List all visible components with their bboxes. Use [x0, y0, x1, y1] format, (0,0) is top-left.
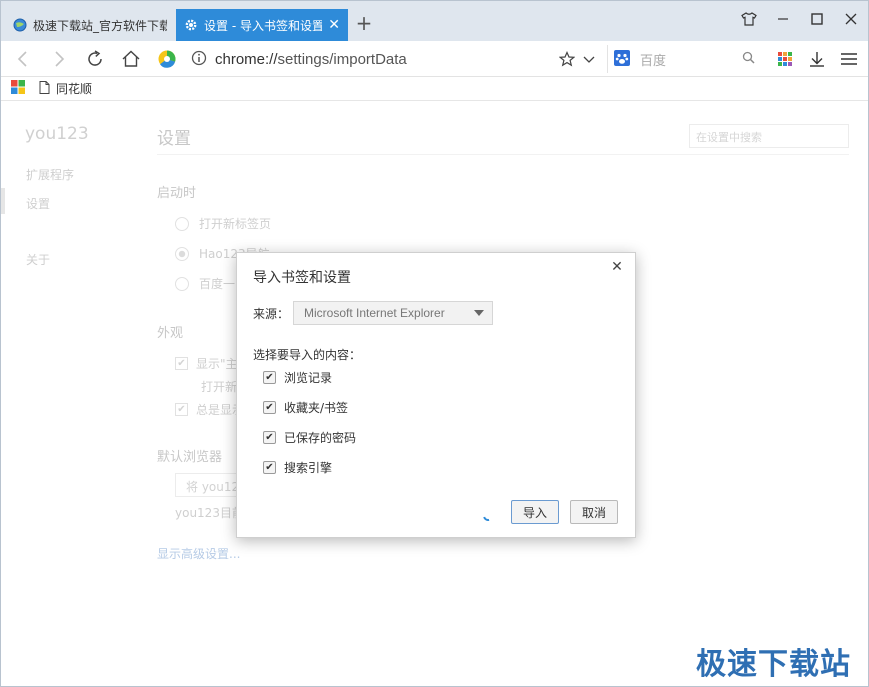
watermark: 极速下载站 [696, 647, 851, 682]
option-label: 收藏夹/书签 [284, 401, 349, 415]
tab-title: 极速下载站_官方软件下载 [33, 18, 167, 33]
shirt-icon[interactable] [732, 1, 766, 37]
loading-spinner-icon [481, 509, 495, 523]
reload-icon[interactable] [83, 47, 107, 71]
radio-new-tab[interactable]: 打开新标签页 [175, 215, 271, 232]
sidebar-active-indicator [1, 188, 5, 214]
section-appearance: 外观 [157, 326, 184, 341]
section-default-browser: 默认浏览器 [157, 450, 223, 465]
checkbox-show-home[interactable]: ✔ 显示"主 [175, 355, 238, 372]
option-label: 浏览记录 [284, 371, 333, 385]
radio-circle [175, 216, 189, 231]
bookmark-label: 同花顺 [56, 82, 93, 96]
home-icon[interactable] [119, 47, 143, 71]
source-value: Microsoft Internet Explorer [304, 306, 445, 320]
sidebar-brand: you123 [25, 124, 89, 144]
open-new-tab-link[interactable]: 打开新 [201, 378, 237, 395]
chevron-down-icon[interactable] [577, 47, 601, 71]
radio-label: 打开新标签页 [199, 217, 272, 231]
tab-download-site[interactable]: 极速下载站_官方软件下载 [5, 9, 175, 41]
gear-icon [184, 18, 198, 32]
choose-label: 选择要导入的内容： [253, 348, 362, 362]
info-icon[interactable] [191, 50, 207, 69]
radio-circle [175, 246, 189, 261]
bookmark-item[interactable]: 同花顺 [39, 80, 92, 97]
tab-title: 设置 - 导入书签和设置 [204, 18, 323, 33]
radio-baidu[interactable]: 百度一 [175, 275, 235, 292]
window-controls [732, 1, 868, 37]
tab-strip: 极速下载站_官方软件下载 设置 - 导入书签和设置 ✕ + [1, 1, 868, 41]
close-icon[interactable]: ✕ [609, 259, 625, 275]
forward-icon[interactable] [47, 47, 71, 71]
checkbox[interactable]: ✔ [263, 371, 276, 384]
browser-logo-icon[interactable] [155, 47, 179, 71]
show-advanced-link[interactable]: 显示高级设置... [157, 545, 240, 562]
close-icon[interactable] [834, 1, 868, 37]
divider [157, 154, 849, 155]
option-label: 已保存的密码 [284, 431, 357, 445]
radio-label: 百度一 [199, 277, 236, 291]
tab-settings[interactable]: 设置 - 导入书签和设置 ✕ [176, 9, 348, 41]
baidu-paw-icon [614, 49, 630, 69]
search-icon[interactable] [742, 51, 755, 67]
minimize-icon[interactable] [766, 1, 800, 37]
globe-icon [13, 18, 27, 32]
option-bookmarks[interactable]: ✔ 收藏夹/书签 [263, 399, 348, 416]
close-tab-icon[interactable]: ✕ [328, 17, 340, 33]
checkbox[interactable]: ✔ [263, 431, 276, 444]
sidebar-item-extensions[interactable]: 扩展程序 [26, 166, 74, 183]
browser-window: 极速下载站_官方软件下载 设置 - 导入书签和设置 ✕ + chrome://s… [0, 0, 869, 687]
checkbox: ✔ [175, 403, 188, 416]
dropdown-arrow-icon [474, 310, 484, 316]
source-label: 来源： [253, 307, 290, 321]
checkbox[interactable]: ✔ [263, 461, 276, 474]
star-icon[interactable] [555, 47, 579, 71]
option-search-engines[interactable]: ✔ 搜索引擎 [263, 459, 332, 476]
bookmarks-bar: 同花顺 [1, 77, 868, 101]
checkbox-label: 显示"主 [196, 357, 238, 371]
cancel-button[interactable]: 取消 [570, 500, 618, 524]
option-label: 搜索引擎 [284, 461, 333, 475]
dialog-title: 导入书签和设置 [253, 270, 351, 286]
sidebar-item-settings[interactable]: 设置 [26, 195, 50, 212]
import-dialog: 导入书签和设置 ✕ 来源： Microsoft Internet Explore… [236, 252, 636, 538]
new-tab-button[interactable]: + [353, 13, 375, 35]
option-label: 打开新 [201, 380, 238, 394]
import-button[interactable]: 导入 [511, 500, 559, 524]
address-bar[interactable]: chrome://settings/importData [191, 45, 601, 73]
page-title: 设置 [157, 129, 191, 149]
sidebar-item-about[interactable]: 关于 [26, 251, 50, 268]
default-browser-note: you123目前 [175, 504, 244, 521]
url-text: chrome://settings/importData [215, 50, 407, 68]
section-startup: 启动时 [157, 186, 197, 201]
page-icon [39, 80, 50, 97]
checkbox-always-show[interactable]: ✔ 总是显示 [175, 401, 244, 418]
checkbox: ✔ [175, 357, 188, 370]
apps-grid-icon[interactable] [773, 47, 797, 71]
note-text: you123目前 [175, 506, 244, 520]
option-history[interactable]: ✔ 浏览记录 [263, 369, 332, 386]
menu-icon[interactable] [837, 47, 861, 71]
search-box[interactable]: 百度 [607, 45, 765, 73]
option-passwords[interactable]: ✔ 已保存的密码 [263, 429, 356, 446]
source-select[interactable]: Microsoft Internet Explorer [293, 301, 493, 325]
back-icon[interactable] [11, 47, 35, 71]
toolbar: chrome://settings/importData 百度 [1, 41, 868, 77]
maximize-icon[interactable] [800, 1, 834, 37]
checkbox[interactable]: ✔ [263, 401, 276, 414]
download-icon[interactable] [805, 47, 829, 71]
settings-search-input[interactable]: 在设置中搜索 [689, 124, 849, 148]
search-placeholder: 百度 [640, 53, 667, 69]
apps-icon[interactable] [11, 80, 25, 97]
radio-circle [175, 276, 189, 291]
